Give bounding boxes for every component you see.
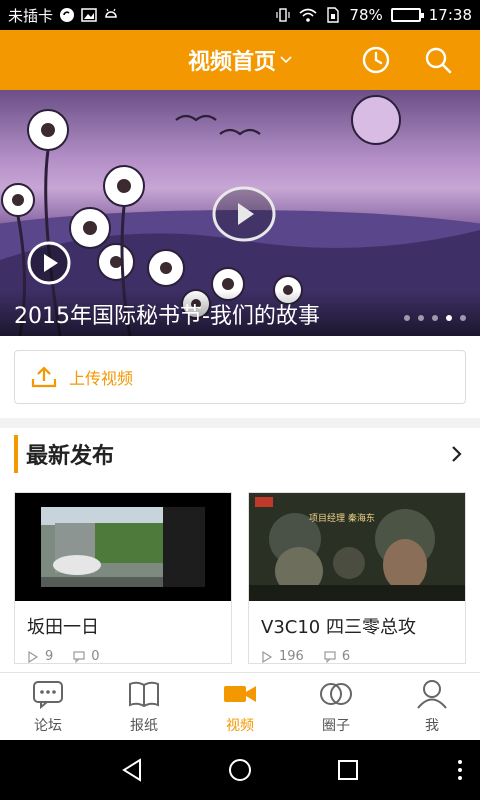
play-count: 9 [45,649,54,664]
chevron-down-icon [280,56,292,64]
recents-square-icon[interactable] [334,756,362,784]
video-title: 坂田一日 [27,617,99,638]
video-indicator-icon [27,241,71,285]
clock-time: 17:38 [428,6,472,24]
video-camera-icon [224,685,256,702]
section-accent-bar [14,435,18,473]
vibrate-icon [276,8,291,22]
tab-label: 视频 [226,717,254,734]
battery-percent: 78% [349,6,383,24]
history-clock-icon[interactable] [360,44,392,76]
carousel-dot[interactable] [418,315,424,321]
tab-me[interactable]: 我 [384,673,480,740]
comment-count: 0 [91,649,100,664]
carrier-text: 未插卡 [8,6,54,25]
wifi-icon [299,8,317,22]
video-stats: 196 6 [249,641,465,664]
tab-newspaper[interactable]: 报纸 [96,673,192,740]
tab-label: 圈子 [322,717,350,734]
chat-bubble-icon [33,680,63,709]
video-title: V3C10 四三零总攻 [261,617,416,638]
video-card[interactable]: 坂田一日 9 0 [14,492,232,664]
android-icon [105,8,117,18]
tab-forum[interactable]: 论坛 [0,673,96,740]
latest-section-header[interactable]: 最新发布 [14,432,466,476]
comment-count-icon [324,650,336,663]
video-card[interactable]: 项目经理 秦海东 V3C10 四三零总攻 196 6 [248,492,466,664]
play-button-icon[interactable] [212,186,276,242]
app-header: 视频首页 [0,30,480,90]
upload-video-button[interactable]: 上传视频 [14,350,466,404]
circles-icon [320,682,352,705]
section-title: 最新发布 [26,444,115,469]
featured-banner[interactable]: 2015年国际秘书节-我们的故事 [0,90,480,336]
video-list: 坂田一日 9 0 项目经理 秦海东 V3C10 四三零总攻 196 6 [14,492,466,664]
sync-icon [60,8,75,22]
tab-label: 报纸 [130,717,158,734]
carousel-dot[interactable] [460,315,466,321]
status-bar: 未插卡 78% 17:38 [0,0,480,30]
home-circle-icon[interactable] [226,756,254,784]
status-left: 未插卡 [8,5,119,26]
tab-video[interactable]: 视频 [192,673,288,740]
video-stats: 9 0 [15,641,231,664]
video-thumbnail [15,493,231,601]
upload-icon [31,366,57,388]
search-icon[interactable] [422,44,454,76]
carousel-dot[interactable] [432,315,438,321]
status-right: 78% 17:38 [275,6,472,24]
sim-icon [327,7,340,23]
menu-dots-icon[interactable] [446,756,474,784]
section-divider [0,418,480,428]
carousel-dots [404,315,466,321]
tab-circles[interactable]: 圈子 [288,673,384,740]
book-icon [129,681,159,707]
carousel-dot[interactable] [446,315,452,321]
play-count: 196 [279,649,304,664]
comment-count: 6 [341,649,351,664]
header-title[interactable]: 视频首页 [188,44,292,76]
person-icon [417,679,447,709]
tab-label: 论坛 [34,717,62,734]
back-triangle-icon[interactable] [118,756,146,784]
play-count-icon [28,650,39,663]
comment-count-icon [73,650,85,663]
system-nav-bar [0,740,480,800]
bottom-tab-bar: 论坛 报纸 视频 圈子 我 [0,672,480,740]
tab-label: 我 [425,717,439,734]
header-title-text: 视频首页 [187,50,276,75]
svg-text:项目经理 秦海东: 项目经理 秦海东 [309,512,375,524]
image-icon [81,8,97,22]
carousel-dot[interactable] [404,315,410,321]
banner-title[interactable]: 2015年国际秘书节-我们的故事 [14,298,320,330]
video-thumbnail: 项目经理 秦海东 [249,493,465,601]
battery-icon [390,8,424,22]
chevron-right-icon[interactable] [446,444,466,464]
upload-label: 上传视频 [69,369,134,388]
play-count-icon [262,650,273,663]
